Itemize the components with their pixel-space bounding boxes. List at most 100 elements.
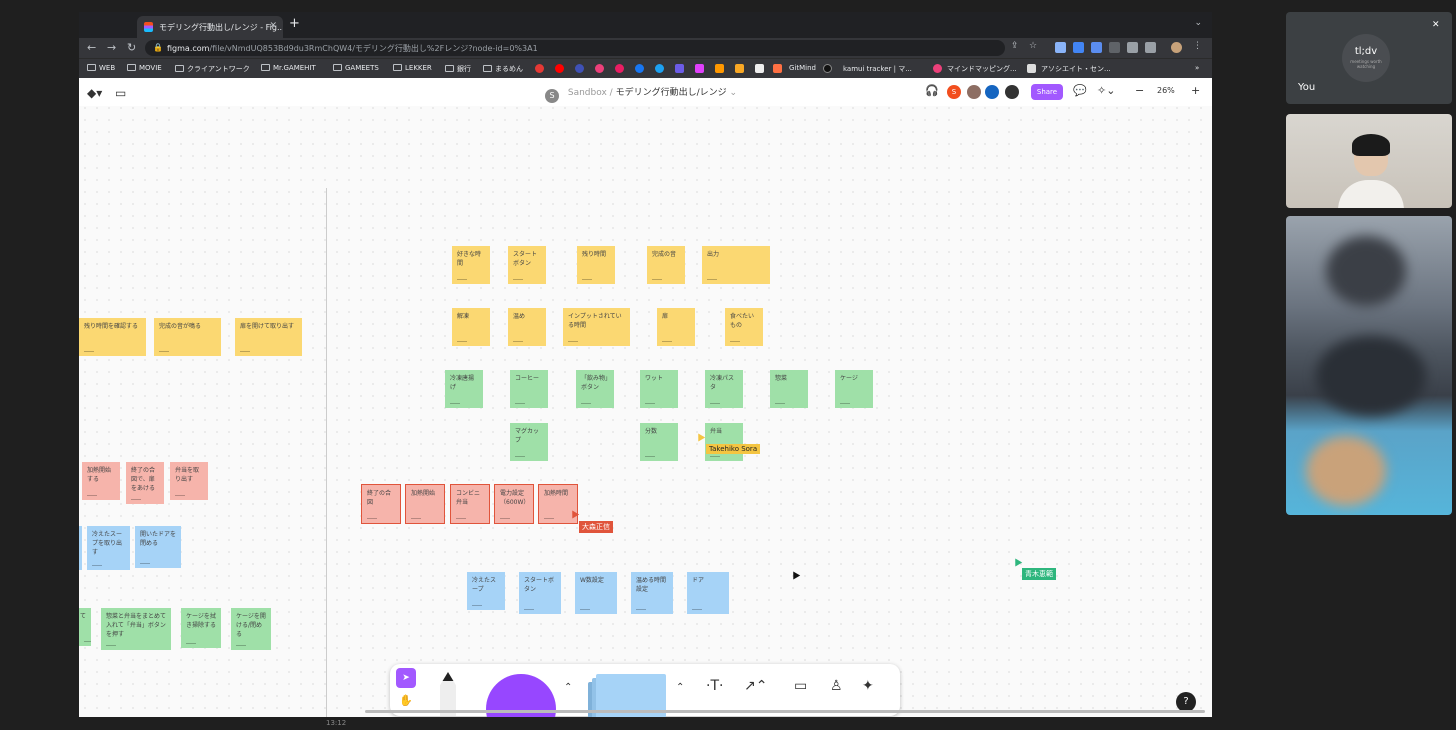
sticky-note[interactable]: 「飲み物」ボタン	[576, 370, 614, 408]
sticky-note[interactable]: ドア	[687, 572, 729, 614]
chevron-up-icon[interactable]: ⌃	[676, 682, 684, 693]
bookmark-site-icon[interactable]	[755, 64, 764, 73]
layers-panel-icon[interactable]: ▭	[115, 86, 126, 100]
sticky-note[interactable]: スタートボタン	[508, 246, 546, 284]
bookmark-folder[interactable]: クライアントワーク	[175, 64, 250, 74]
bookmark-folder[interactable]: MOVIE	[127, 64, 162, 72]
mic-muted-icon[interactable]: ✕	[1432, 20, 1444, 32]
extension-icon[interactable]	[1091, 42, 1102, 53]
section-tool-icon[interactable]: ▭	[794, 678, 807, 694]
sticky-note[interactable]: 扉	[657, 308, 695, 346]
bookmark-folder[interactable]: WEB	[87, 64, 115, 72]
collaborator-avatar[interactable]: S	[947, 85, 961, 99]
bookmark-folder[interactable]: GAMEETS	[333, 64, 379, 72]
bookmark-folder[interactable]: Mr.GAMEHIT	[261, 64, 316, 72]
share-button[interactable]: Share	[1031, 84, 1063, 100]
sticky-note[interactable]: コーヒー	[510, 370, 548, 408]
sticky-note[interactable]: て	[79, 608, 91, 646]
move-tool-icon[interactable]: ➤	[396, 668, 416, 688]
sticky-note[interactable]: 惣菜	[770, 370, 808, 408]
participant-video-blurred[interactable]	[1286, 216, 1452, 515]
sticky-note[interactable]: 冷凍唐揚げ	[445, 370, 483, 408]
forward-icon[interactable]: →	[107, 41, 116, 54]
widgets-tool-icon[interactable]: ✦	[862, 678, 874, 694]
bookmark-mindmap[interactable]: マインドマッピング...	[947, 64, 1017, 74]
sticky-note[interactable]: 弁当を取り出す	[170, 462, 208, 500]
connector-tool-icon[interactable]: ↗⌃	[744, 678, 767, 694]
sticky-note[interactable]: 冷えたスープを取り出す	[87, 526, 130, 570]
sticky-note[interactable]: 解凍	[452, 308, 490, 346]
sticky-note[interactable]: ワット	[640, 370, 678, 408]
bookmark-folder[interactable]: まるめん	[483, 64, 523, 74]
mic-extension-icon[interactable]	[1073, 42, 1084, 53]
stamp-tool-icon[interactable]: ♙	[830, 678, 843, 694]
bookmark-site-icon[interactable]	[695, 64, 704, 73]
kebab-menu-icon[interactable]: ⋮	[1193, 41, 1202, 51]
back-icon[interactable]: ←	[87, 41, 96, 54]
sticky-note[interactable]: 開いたドアを閉める	[135, 526, 181, 568]
sticky-note[interactable]: 冷凍パスタ	[705, 370, 743, 408]
share-page-icon[interactable]: ⇪	[1011, 41, 1019, 51]
sticky-note[interactable]: 残り時間	[577, 246, 615, 284]
chevron-up-icon[interactable]: ⌃	[564, 682, 572, 693]
sticky-note[interactable]: ケージ	[835, 370, 873, 408]
sticky-note[interactable]: 分数	[640, 423, 678, 461]
sticky-note[interactable]: コンビニ弁当	[450, 484, 490, 524]
help-button[interactable]: ?	[1176, 692, 1196, 712]
bookmark-site-icon[interactable]	[1027, 64, 1036, 73]
zoom-in-icon[interactable]: +	[1191, 84, 1200, 97]
address-bar[interactable]: 🔒 figma.com/file/vNmdUQ853Bd9du3RmChQW4/…	[145, 40, 1005, 56]
analytics-icon[interactable]	[735, 64, 744, 73]
extension-icon[interactable]	[1109, 42, 1120, 53]
headphones-icon[interactable]: 🎧	[925, 84, 939, 97]
collaborator-avatar[interactable]	[1005, 85, 1019, 99]
sticky-note[interactable]: ケージを開ける/閉める	[231, 608, 271, 650]
sticky-note[interactable]: 好きな時間	[452, 246, 490, 284]
hand-tool-icon[interactable]: ✋	[399, 694, 413, 707]
bookmark-site-icon[interactable]	[715, 64, 724, 73]
ai-tools-icon[interactable]: ✧⌄	[1097, 84, 1115, 97]
bookmark-site-icon[interactable]	[675, 64, 684, 73]
sticky-note[interactable]: 温め	[508, 308, 546, 346]
zoom-level[interactable]: 26%	[1157, 86, 1175, 95]
sidebar-icon[interactable]	[1145, 42, 1156, 53]
more-bookmarks-icon[interactable]: »	[1195, 64, 1199, 72]
profile-avatar[interactable]	[1171, 42, 1182, 53]
bookmark-star-icon[interactable]: ☆	[1029, 41, 1037, 51]
sticky-note[interactable]: ケージを拭き掃除する	[181, 608, 221, 648]
bookmark-site-icon[interactable]	[615, 64, 624, 73]
project-name[interactable]: Sandbox	[568, 88, 607, 98]
participant-tile-you[interactable]: tl;dv meetings worth watching ✕ You	[1286, 12, 1452, 104]
horizontal-scrollbar[interactable]	[365, 710, 1205, 713]
chevron-down-icon[interactable]: ⌄	[730, 88, 738, 98]
tab-search-chevron-icon[interactable]: ⌄	[1194, 18, 1202, 28]
facebook-icon[interactable]	[635, 64, 644, 73]
sticky-note[interactable]	[79, 526, 82, 570]
sticky-note[interactable]: 電力設定（600W）	[494, 484, 534, 524]
bookmark-folder[interactable]: 銀行	[445, 64, 471, 74]
tab-figma[interactable]: モデリング行動出し/レンジ - Fig... ✕	[137, 16, 283, 38]
sticky-note[interactable]: インプットされている時間	[563, 308, 630, 346]
new-tab-icon[interactable]: +	[289, 16, 300, 31]
sticky-note[interactable]: 加熱開始する	[82, 462, 120, 500]
sticky-note[interactable]: 出力	[702, 246, 770, 284]
sticky-note[interactable]: スタートボタン	[519, 572, 561, 614]
figjam-menu-icon[interactable]: ◆▾	[87, 86, 102, 100]
sticky-note[interactable]: 食べたいもの	[725, 308, 763, 346]
sticky-note[interactable]: マグカップ	[510, 423, 548, 461]
sticky-note[interactable]: 冷えたスープ	[467, 572, 505, 610]
bookmark-kamui-tracker[interactable]: kamui tracker | マ...	[843, 64, 912, 74]
sticky-note[interactable]: 扉を開けて取り出す	[235, 318, 302, 356]
collaborator-avatar[interactable]	[967, 85, 981, 99]
text-tool-icon[interactable]: ·T·	[706, 678, 723, 694]
bookmark-folder[interactable]: LEKKER	[393, 64, 432, 72]
puzzle-icon[interactable]	[1127, 42, 1138, 53]
zoom-out-icon[interactable]: −	[1135, 84, 1144, 97]
sticky-note[interactable]: 終了の合図	[361, 484, 401, 524]
sticky-note[interactable]: 弁当	[705, 423, 743, 461]
bookmark-site-icon[interactable]	[535, 64, 544, 73]
bookmark-site-icon[interactable]	[575, 64, 584, 73]
bookmark-site-icon[interactable]	[595, 64, 604, 73]
comment-icon[interactable]: 💬	[1073, 84, 1087, 97]
sticky-note[interactable]: 残り時間を確認する	[79, 318, 146, 356]
